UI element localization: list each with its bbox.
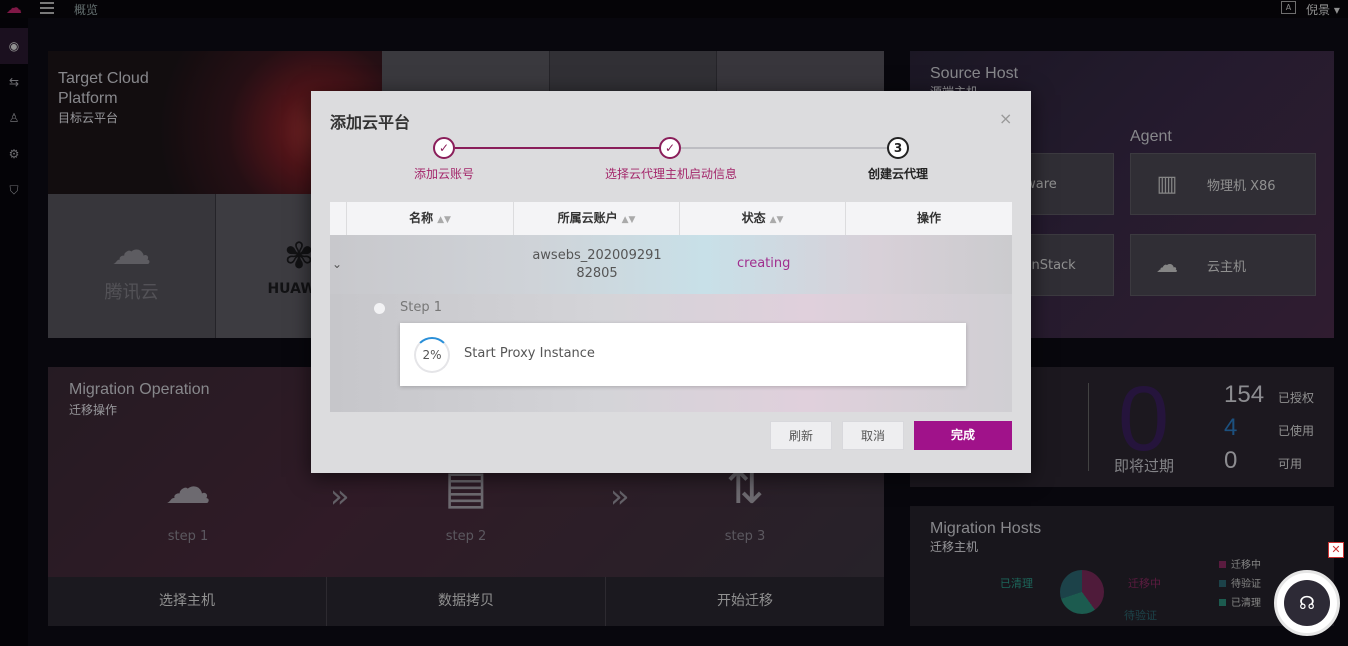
wizard-stepper: ✓ 添加云账号 ✓ 选择云代理主机启动信息 3 创建云代理 — [311, 133, 1031, 183]
cancel-button[interactable]: 取消 — [842, 421, 904, 450]
column-actions: 操作 — [846, 202, 1012, 235]
sort-icon: ▲▼ — [769, 215, 784, 225]
refresh-button[interactable]: 刷新 — [770, 421, 832, 450]
status-cell: creating — [737, 256, 791, 271]
column-status[interactable]: 状态 ▲▼ — [680, 202, 846, 235]
modal-title: 添加云平台 — [330, 113, 411, 132]
column-account[interactable]: 所属云账户 ▲▼ — [514, 202, 680, 235]
column-label: 状态 — [741, 211, 766, 225]
step-3-number: 3 — [887, 137, 909, 159]
chevron-down-icon[interactable]: ⌄ — [332, 257, 344, 271]
column-label: 名称 — [409, 211, 434, 225]
stepper-line-pending — [681, 147, 889, 149]
column-label: 所属云账户 — [557, 211, 618, 225]
progress-ring: 2% — [414, 337, 450, 373]
row-detail: Step 1 2% Start Proxy Instance — [330, 294, 1012, 412]
headset-icon: ☊ — [1284, 580, 1330, 626]
detail-step-name: Step 1 — [400, 300, 443, 315]
expand-column-header — [330, 202, 347, 235]
sort-icon: ▲▼ — [621, 215, 636, 225]
step-dot-icon — [374, 303, 385, 314]
stepper-line-done — [455, 147, 671, 149]
step-3-label: 创建云代理 — [868, 167, 929, 181]
account-cell: awsebs_202009291 82805 — [530, 247, 664, 283]
support-close-icon[interactable]: ✕ — [1328, 542, 1344, 558]
column-label: 操作 — [916, 211, 941, 225]
account-line: awsebs_202009291 — [532, 248, 662, 263]
account-line: 82805 — [576, 266, 618, 281]
step-1-label: 添加云账号 — [414, 167, 475, 181]
task-card: 2% Start Proxy Instance — [400, 323, 966, 386]
step-2-label: 选择云代理主机启动信息 — [605, 167, 738, 181]
column-name[interactable]: 名称 ▲▼ — [347, 202, 514, 235]
finish-button[interactable]: 完成 — [914, 421, 1012, 450]
close-icon[interactable]: × — [999, 109, 1012, 128]
task-name: Start Proxy Instance — [464, 346, 595, 361]
step-2-check-icon: ✓ — [659, 137, 681, 159]
table-header: 名称 ▲▼ 所属云账户 ▲▼ 状态 ▲▼ 操作 — [330, 202, 1012, 235]
table-row[interactable]: ⌄ awsebs_202009291 82805 creating — [330, 235, 1012, 294]
step-1-check-icon: ✓ — [433, 137, 455, 159]
add-cloud-platform-modal: 添加云平台 × ✓ 添加云账号 ✓ 选择云代理主机启动信息 3 创建云代理 名称… — [311, 91, 1031, 473]
progress-value: 2% — [422, 348, 442, 362]
proxy-table: 名称 ▲▼ 所属云账户 ▲▼ 状态 ▲▼ 操作 ⌄ awsebs_202009291 … — [330, 202, 1012, 412]
customer-support-button[interactable]: ☊ — [1274, 570, 1340, 636]
sort-icon: ▲▼ — [437, 215, 451, 225]
